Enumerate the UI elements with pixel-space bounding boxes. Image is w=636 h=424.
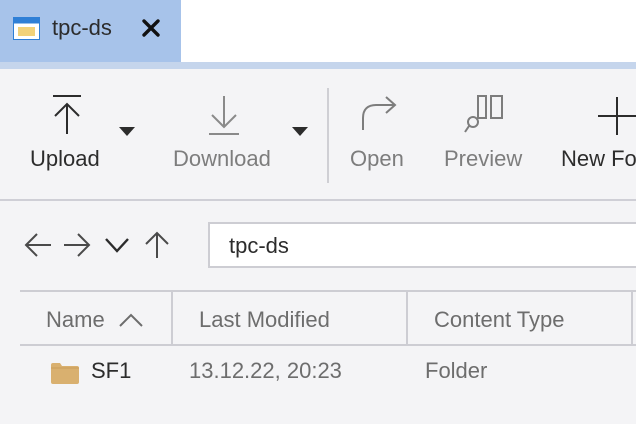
upload-icon [53, 95, 81, 134]
open-redo-icon [362, 96, 397, 130]
column-header-content-type[interactable]: Content Type [408, 292, 632, 344]
folder-icon [51, 363, 79, 384]
plus-icon [598, 97, 636, 135]
tab-tpc-ds[interactable]: tpc-ds [0, 0, 181, 62]
download-label: Download [173, 146, 271, 171]
download-icon [209, 96, 239, 135]
toolbar: Upload Download [0, 69, 636, 200]
table-header: Name Last Modified Content Type [20, 290, 636, 346]
open-label: Open [350, 146, 404, 171]
upload-button[interactable]: Upload [25, 69, 115, 200]
column-header-content-type-label: Content Type [434, 307, 565, 332]
row-name: SF1 [91, 358, 132, 383]
chevron-down-icon[interactable] [103, 231, 131, 259]
table-row[interactable]: SF1 13.12.22, 20:23 Folder [20, 348, 636, 396]
path-field[interactable]: tpc-ds [208, 222, 636, 268]
upload-dropdown-caret-icon[interactable] [119, 127, 135, 137]
open-button[interactable]: Open [346, 69, 416, 200]
arrow-left-icon[interactable] [24, 231, 52, 259]
close-icon[interactable] [141, 18, 161, 38]
new-folder-label: New Fo [561, 146, 636, 171]
download-dropdown-caret-icon[interactable] [292, 127, 308, 137]
preview-button[interactable]: Preview [440, 69, 530, 200]
preview-label: Preview [444, 146, 523, 171]
row-last-modified: 13.12.22, 20:23 [189, 358, 342, 383]
tab-underline [0, 62, 636, 69]
column-header-name-label: Name [46, 307, 105, 332]
toolbar-bottom-divider [0, 199, 636, 201]
preview-icon [464, 95, 503, 133]
column-header-last-modified-label: Last Modified [199, 307, 330, 332]
download-button[interactable]: Download [168, 69, 283, 200]
upload-label: Upload [30, 146, 100, 171]
row-content-type: Folder [425, 358, 488, 383]
new-folder-button[interactable]: New Fo [556, 69, 636, 200]
column-header-last-modified[interactable]: Last Modified [173, 292, 407, 344]
window-icon [13, 17, 40, 40]
tab-bar: tpc-ds [0, 0, 636, 62]
toolbar-divider [327, 88, 329, 183]
tab-title: tpc-ds [52, 15, 112, 40]
arrow-right-icon[interactable] [63, 231, 91, 259]
column-header-name[interactable]: Name [20, 292, 172, 344]
sort-ascending-icon [119, 313, 143, 327]
path-text: tpc-ds [229, 233, 289, 258]
column-divider[interactable] [631, 292, 633, 344]
arrow-up-icon[interactable] [143, 231, 171, 259]
